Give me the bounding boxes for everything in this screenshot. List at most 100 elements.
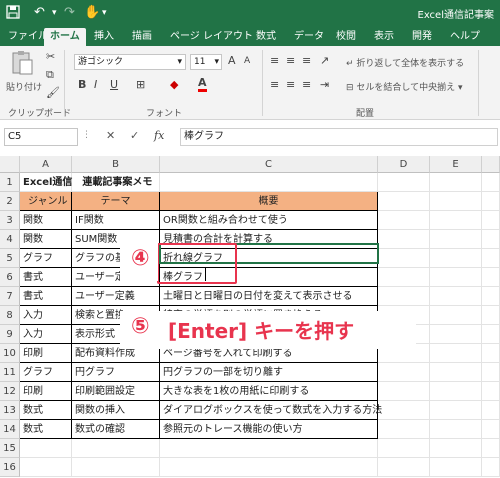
cell-e7[interactable] xyxy=(430,287,482,306)
enter-icon[interactable]: ✓ xyxy=(130,129,139,142)
align-top-icon[interactable]: ≡ xyxy=(270,54,279,67)
cell-b16[interactable] xyxy=(72,458,160,477)
cell-a3[interactable]: 関数 xyxy=(20,211,72,230)
paste-icon[interactable] xyxy=(10,50,34,79)
align-bottom-icon[interactable]: ≡ xyxy=(302,54,311,67)
cell-d7[interactable] xyxy=(378,287,430,306)
cell-d5[interactable] xyxy=(378,249,430,268)
cell-b14[interactable]: 数式の確認 xyxy=(72,420,160,439)
cell-c3[interactable]: OR関数と組み合わせて使う xyxy=(160,211,378,230)
undo-dropdown-icon[interactable]: ▾ xyxy=(52,8,57,18)
cell-e14[interactable] xyxy=(430,420,482,439)
cell-f14[interactable] xyxy=(482,420,500,439)
cell-f9[interactable] xyxy=(482,325,500,344)
orientation-icon[interactable]: ↗ xyxy=(320,54,329,67)
tab-developer[interactable]: 開発 xyxy=(410,28,434,46)
row-header[interactable]: 13 xyxy=(0,401,20,420)
cell-f3[interactable] xyxy=(482,211,500,230)
tab-insert[interactable]: 挿入 xyxy=(92,28,116,46)
column-header-e[interactable]: E xyxy=(430,156,482,173)
copy-icon[interactable]: ⧉ xyxy=(46,68,54,82)
cell-a15[interactable] xyxy=(20,439,72,458)
cell-f10[interactable] xyxy=(482,344,500,363)
grow-font-icon[interactable]: A xyxy=(228,54,236,67)
cell-c16[interactable] xyxy=(160,458,378,477)
cell-f8[interactable] xyxy=(482,306,500,325)
cell-e1[interactable] xyxy=(430,173,482,192)
cell-d12[interactable] xyxy=(378,382,430,401)
cell-d4[interactable] xyxy=(378,230,430,249)
cell-e13[interactable] xyxy=(430,401,482,420)
shrink-font-icon[interactable]: A xyxy=(244,56,250,66)
row-header[interactable]: 1 xyxy=(0,173,20,192)
row-header[interactable]: 10 xyxy=(0,344,20,363)
column-header-d[interactable]: D xyxy=(378,156,430,173)
cell-a13[interactable]: 数式 xyxy=(20,401,72,420)
cell-f5[interactable] xyxy=(482,249,500,268)
align-right-icon[interactable]: ≡ xyxy=(302,78,311,91)
cell-e10[interactable] xyxy=(430,344,482,363)
cell-f7[interactable] xyxy=(482,287,500,306)
cell-f12[interactable] xyxy=(482,382,500,401)
fill-color-icon[interactable]: ◆ xyxy=(170,78,178,91)
cell-f15[interactable] xyxy=(482,439,500,458)
cell-c7[interactable]: 土曜日と日曜日の日付を変えて表示させる xyxy=(160,287,378,306)
cell-a5[interactable]: グラフ xyxy=(20,249,72,268)
cell-f2[interactable] xyxy=(482,192,500,211)
cell-f13[interactable] xyxy=(482,401,500,420)
cell-c12[interactable]: 大きな表を1枚の用紙に印刷する xyxy=(160,382,378,401)
cell-d14[interactable] xyxy=(378,420,430,439)
redo-icon[interactable]: ↷ xyxy=(64,5,75,20)
cell-e6[interactable] xyxy=(430,268,482,287)
touch-mode-icon[interactable]: ✋ xyxy=(84,5,100,20)
cell-c1[interactable] xyxy=(160,173,378,192)
cell-e11[interactable] xyxy=(430,363,482,382)
cell-e12[interactable] xyxy=(430,382,482,401)
row-header[interactable]: 15 xyxy=(0,439,20,458)
cell-b12[interactable]: 印刷範囲設定 xyxy=(72,382,160,401)
cell-d15[interactable] xyxy=(378,439,430,458)
cell-c11[interactable]: 円グラフの一部を切り離す xyxy=(160,363,378,382)
tab-home[interactable]: ホーム xyxy=(44,28,86,46)
cut-icon[interactable]: ✂ xyxy=(46,50,55,63)
format-painter-icon[interactable]: 🖌 xyxy=(46,86,60,99)
underline-button[interactable]: U xyxy=(110,78,118,91)
row-header[interactable]: 11 xyxy=(0,363,20,382)
cell-a14[interactable]: 数式 xyxy=(20,420,72,439)
cell-e4[interactable] xyxy=(430,230,482,249)
indent-icon[interactable]: ⇥ xyxy=(320,78,329,91)
bold-button[interactable]: B xyxy=(78,78,86,91)
tab-view[interactable]: 表示 xyxy=(372,28,396,46)
cell-f16[interactable] xyxy=(482,458,500,477)
cell-a10[interactable]: 印刷 xyxy=(20,344,72,363)
cell-c13[interactable]: ダイアログボックスを使って数式を入力する方法 xyxy=(160,401,382,420)
paste-label[interactable]: 貼り付け xyxy=(6,80,42,93)
font-size-select[interactable]: 11 ▾ xyxy=(190,54,222,70)
cell-b11[interactable]: 円グラフ xyxy=(72,363,160,382)
align-center-icon[interactable]: ≡ xyxy=(286,78,295,91)
cell-c2[interactable]: 概要 xyxy=(160,192,378,211)
borders-icon[interactable]: ⊞ xyxy=(136,78,145,91)
cell-e5[interactable] xyxy=(430,249,482,268)
cell-c15[interactable] xyxy=(160,439,378,458)
select-all-corner[interactable] xyxy=(0,156,20,173)
cell-a8[interactable]: 入力 xyxy=(20,306,72,325)
tab-help[interactable]: ヘルプ xyxy=(448,28,482,46)
save-icon[interactable] xyxy=(6,5,20,23)
row-header[interactable]: 14 xyxy=(0,420,20,439)
row-header[interactable]: 2 xyxy=(0,192,20,211)
cell-e9[interactable] xyxy=(430,325,482,344)
tab-formulas[interactable]: 数式 xyxy=(254,28,278,46)
cell-e2[interactable] xyxy=(430,192,482,211)
font-name-select[interactable]: 游ゴシック ▾ xyxy=(74,54,186,70)
cell-b7[interactable]: ユーザー定義 xyxy=(72,287,160,306)
row-header[interactable]: 8 xyxy=(0,306,20,325)
row-header[interactable]: 16 xyxy=(0,458,20,477)
align-middle-icon[interactable]: ≡ xyxy=(286,54,295,67)
tab-draw[interactable]: 描画 xyxy=(130,28,154,46)
cell-d2[interactable] xyxy=(378,192,430,211)
name-box[interactable]: C5 xyxy=(4,128,78,146)
row-header[interactable]: 4 xyxy=(0,230,20,249)
cell-d13[interactable] xyxy=(378,401,430,420)
tab-page-layout[interactable]: ページ レイアウト xyxy=(168,28,255,46)
